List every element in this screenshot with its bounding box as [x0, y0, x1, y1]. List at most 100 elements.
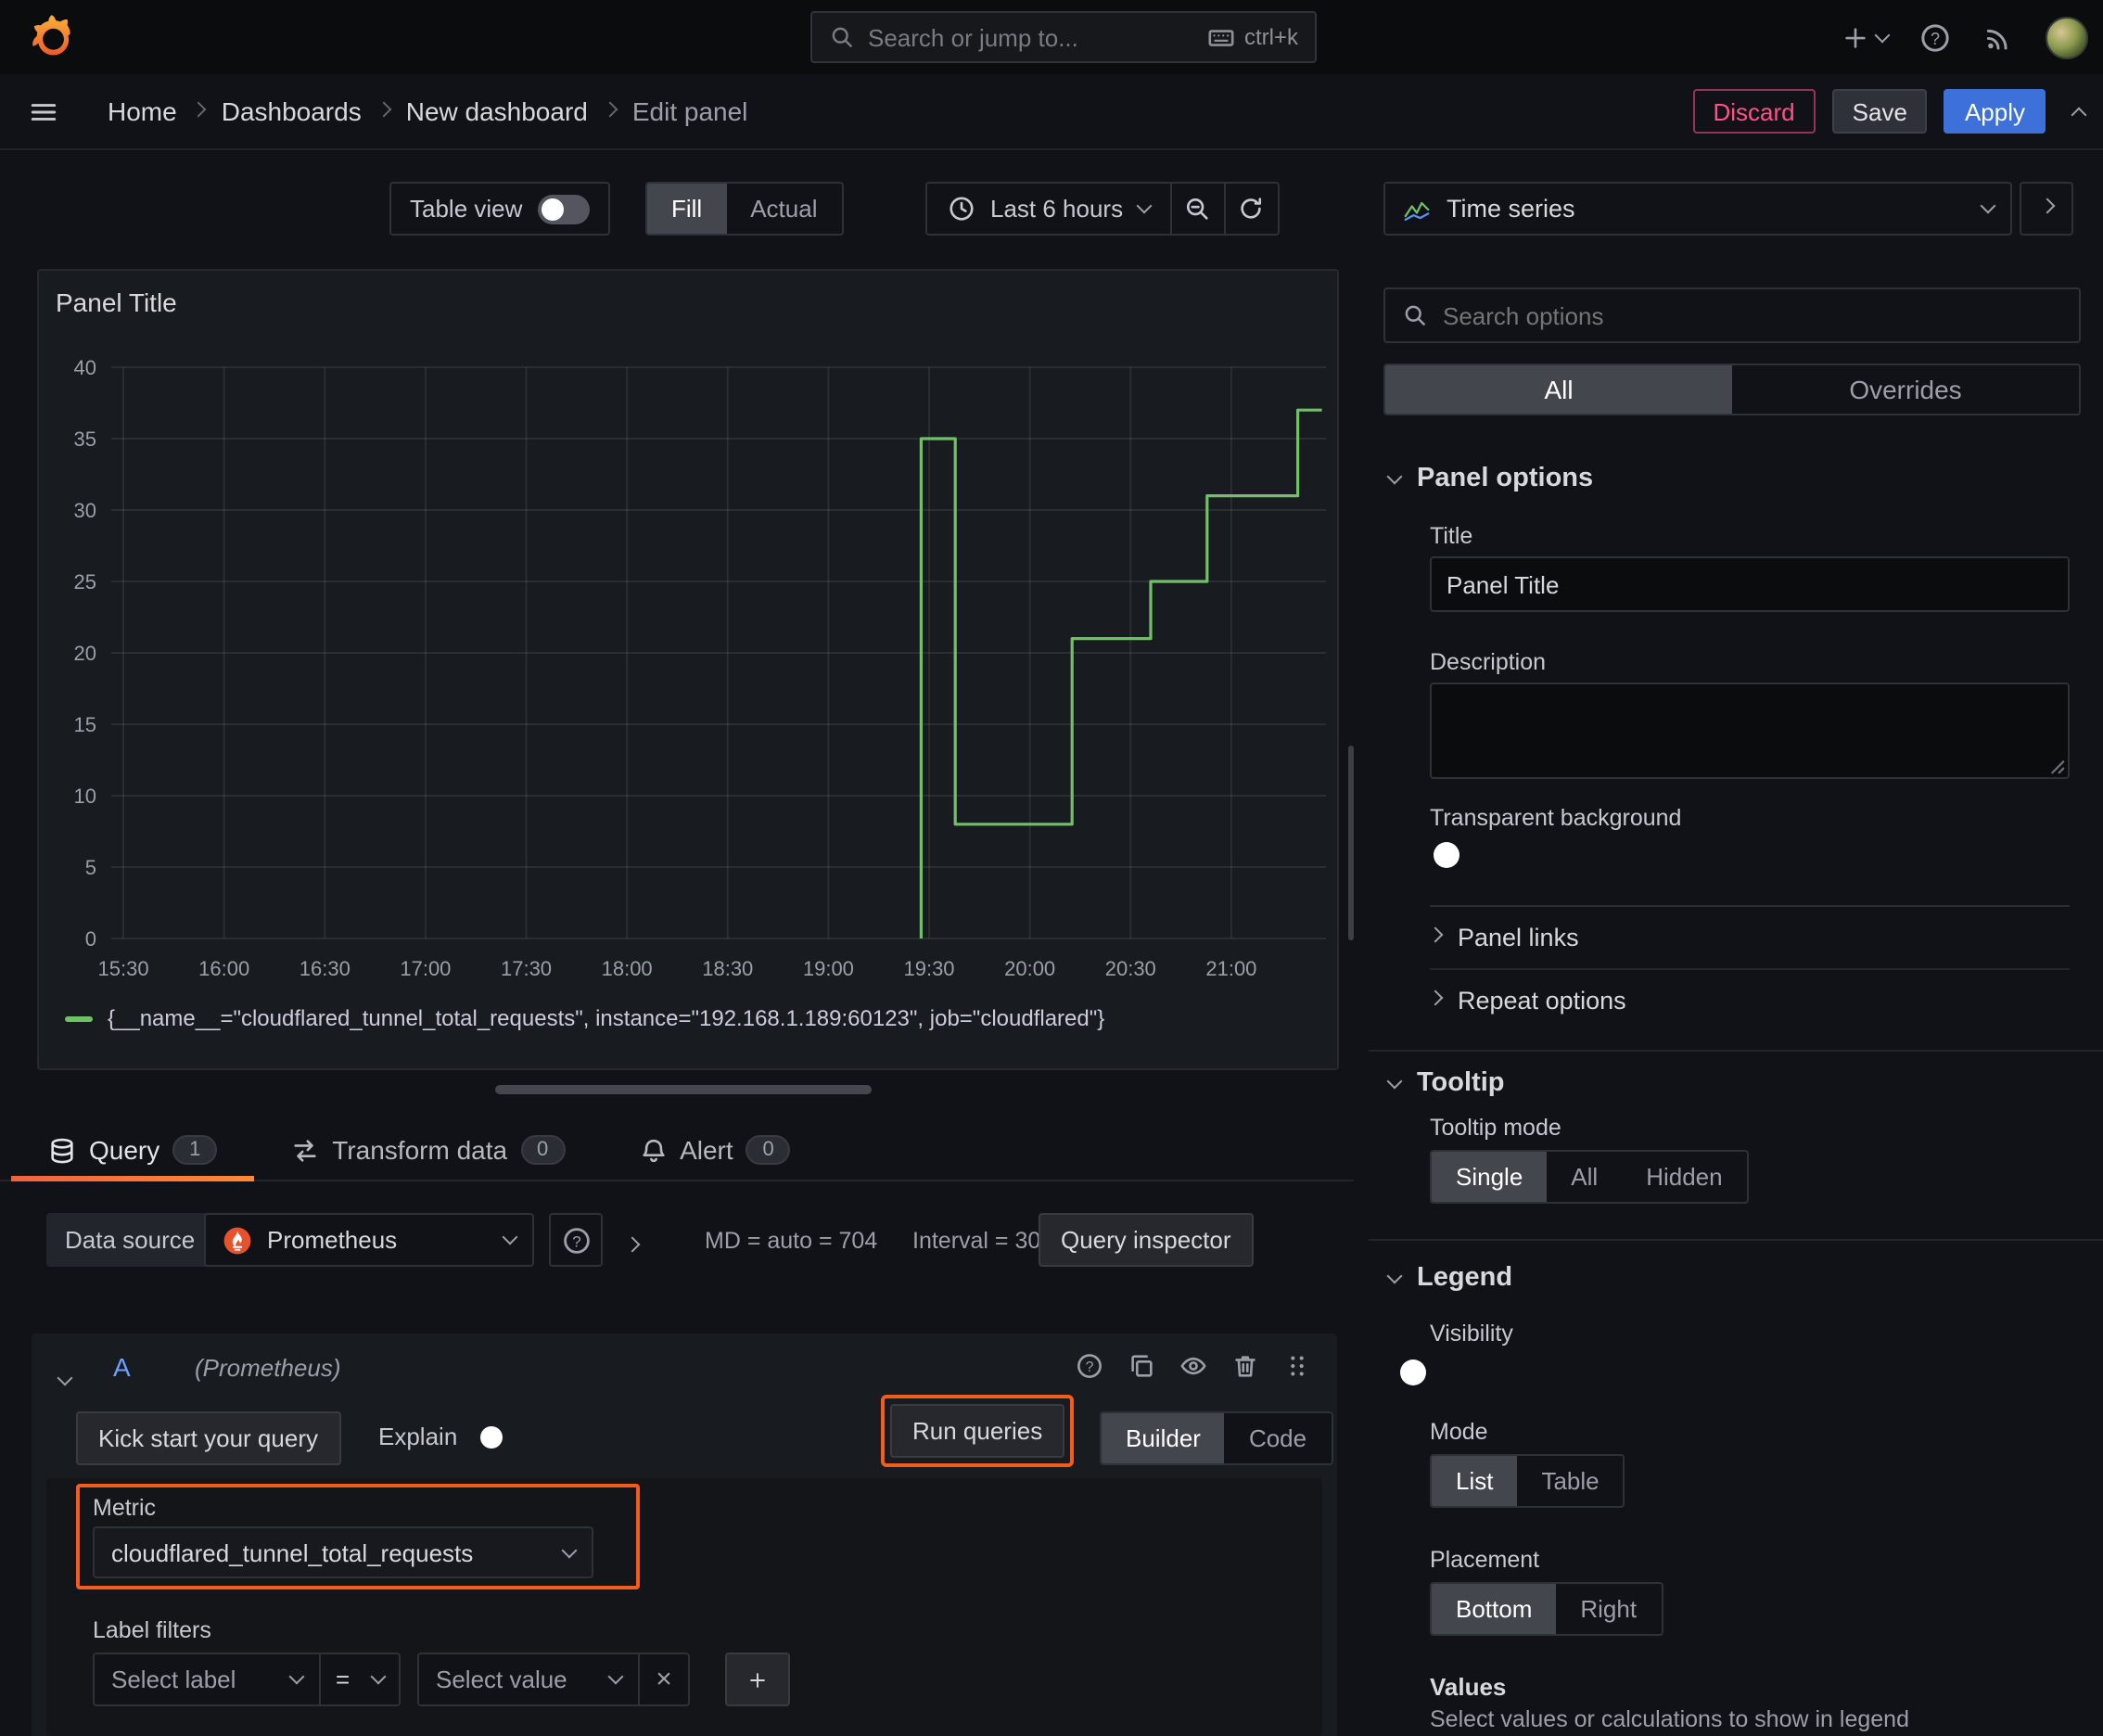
fill-option[interactable]: Fill [647, 184, 727, 234]
avatar[interactable] [2046, 16, 2088, 58]
tooltip-all-option[interactable]: All [1547, 1152, 1622, 1202]
tab-alert[interactable]: Alert 0 [602, 1120, 828, 1180]
query-inspector-button[interactable]: Query inspector [1039, 1213, 1254, 1267]
tab-overrides[interactable]: Overrides [1732, 365, 2079, 414]
apply-button[interactable]: Apply [1944, 89, 2046, 134]
keyboard-shortcut: ctrl+k [1207, 23, 1298, 51]
transparent-bg-label: Transparent background [1430, 805, 1682, 831]
placement-right-option[interactable]: Right [1556, 1584, 1661, 1634]
options-scope-tabs: All Overrides [1383, 364, 2081, 415]
breadcrumb: Home Dashboards New dashboard Edit panel [108, 96, 747, 126]
tab-query[interactable]: Query 1 [11, 1120, 255, 1181]
query-ref[interactable]: A [113, 1352, 131, 1382]
svg-text:20:00: 20:00 [1004, 957, 1055, 980]
news-icon[interactable] [1982, 21, 2014, 53]
visualization-picker[interactable]: Time series [1383, 182, 2012, 236]
collapse-header-button[interactable] [2071, 97, 2087, 125]
menu-toggle-button[interactable] [28, 96, 59, 128]
breadcrumb-home[interactable]: Home [108, 96, 177, 126]
chevron-down-icon [1135, 198, 1152, 214]
resize-handle[interactable] [495, 1085, 872, 1094]
interval-info: Interval = 30s [912, 1228, 1052, 1254]
save-button[interactable]: Save [1831, 89, 1928, 134]
discard-button[interactable]: Discard [1692, 89, 1816, 134]
panel-options-header[interactable]: Panel options [1386, 464, 1593, 493]
global-search-input[interactable] [868, 23, 1194, 51]
select-label-dropdown[interactable]: Select label [93, 1653, 321, 1706]
disable-query-icon[interactable] [1179, 1352, 1207, 1380]
metric-select[interactable]: cloudflared_tunnel_total_requests [93, 1526, 593, 1578]
global-search[interactable]: ctrl+k [810, 11, 1317, 63]
description-textarea[interactable] [1430, 683, 2070, 779]
transform-count-badge: 0 [520, 1135, 566, 1165]
divider [1369, 1239, 2103, 1241]
builder-option[interactable]: Builder [1102, 1413, 1225, 1463]
tooltip-mode-switch: Single All Hidden [1430, 1150, 1749, 1204]
breadcrumb-edit-panel: Edit panel [631, 96, 748, 126]
scrollbar[interactable] [1348, 746, 1354, 940]
resize-corner-icon[interactable] [2046, 755, 2066, 775]
chart-legend[interactable]: {__name__="cloudflared_tunnel_total_requ… [65, 1005, 1104, 1031]
metric-label: Metric [93, 1495, 157, 1521]
legend-header[interactable]: Legend [1386, 1263, 1512, 1293]
time-range-picker[interactable]: Last 6 hours [925, 182, 1172, 236]
panel-links-section[interactable]: Panel links [1427, 905, 2070, 968]
placement-bottom-option[interactable]: Bottom [1432, 1584, 1557, 1634]
panel-title-input[interactable] [1430, 556, 2070, 612]
tooltip-hidden-option[interactable]: Hidden [1622, 1152, 1746, 1202]
options-search[interactable] [1383, 287, 2081, 343]
svg-text:35: 35 [74, 428, 96, 451]
legend-label[interactable]: {__name__="cloudflared_tunnel_total_requ… [108, 1005, 1104, 1031]
delete-query-icon[interactable] [1231, 1352, 1259, 1380]
query-help-icon[interactable] [1076, 1352, 1103, 1380]
svg-text:25: 25 [74, 570, 96, 594]
legend-table-option[interactable]: Table [1517, 1456, 1623, 1506]
breadcrumb-dashboards[interactable]: Dashboards [222, 96, 362, 126]
datasource-picker[interactable]: Prometheus [204, 1213, 534, 1267]
svg-text:18:30: 18:30 [702, 957, 753, 980]
add-filter-button[interactable] [725, 1653, 790, 1706]
chevron-right-icon [602, 100, 618, 117]
drag-handle-icon[interactable] [1283, 1352, 1311, 1380]
remove-filter-button[interactable]: × [638, 1653, 690, 1706]
table-view-toggle[interactable] [537, 194, 590, 223]
description-label: Description [1430, 649, 1547, 675]
svg-text:17:00: 17:00 [400, 957, 451, 980]
kick-start-button[interactable]: Kick start your query [76, 1411, 340, 1465]
help-button[interactable] [1919, 21, 1951, 53]
new-menu-button[interactable] [1842, 23, 1891, 51]
svg-text:20: 20 [74, 642, 96, 665]
tooltip-header[interactable]: Tooltip [1386, 1068, 1505, 1098]
breadcrumb-new-dashboard[interactable]: New dashboard [406, 96, 588, 126]
chevron-down-icon [502, 1229, 518, 1245]
code-option[interactable]: Code [1225, 1413, 1331, 1463]
chevron-right-icon [191, 100, 208, 117]
options-search-input[interactable] [1443, 301, 2062, 329]
duplicate-query-icon[interactable] [1128, 1352, 1155, 1380]
expand-button[interactable] [624, 1228, 641, 1256]
tooltip-single-option[interactable]: Single [1432, 1152, 1548, 1202]
repeat-options-section[interactable]: Repeat options [1427, 968, 2070, 1031]
clock-icon [948, 195, 975, 223]
values-label: Values [1430, 1673, 1507, 1701]
collapse-query-button[interactable] [57, 1361, 73, 1389]
divider [1369, 1050, 2103, 1052]
svg-text:0: 0 [85, 927, 96, 951]
operator-dropdown[interactable]: = [319, 1653, 401, 1706]
select-value-dropdown[interactable]: Select value [417, 1653, 640, 1706]
tab-all[interactable]: All [1385, 365, 1732, 414]
grafana-logo[interactable] [26, 13, 74, 61]
datasource-help-button[interactable] [549, 1213, 603, 1267]
refresh-button[interactable] [1223, 182, 1280, 236]
legend-list-option[interactable]: List [1432, 1456, 1518, 1506]
actual-option[interactable]: Actual [726, 184, 841, 234]
timeseries-chart: 0 5 10 15 20 25 30 35 40 15:30 16:00 16:30 17:00 17:3… [74, 356, 1326, 980]
zoom-out-button[interactable] [1169, 182, 1226, 236]
run-queries-button[interactable]: Run queries [890, 1404, 1065, 1458]
table-view-control: Table view [389, 182, 610, 236]
svg-text:16:00: 16:00 [198, 957, 249, 980]
visibility-label: Visibility [1430, 1321, 1513, 1347]
svg-text:5: 5 [85, 856, 96, 879]
tab-transform[interactable]: Transform data 0 [254, 1120, 602, 1180]
toggle-viz-pane-button[interactable] [2020, 182, 2073, 236]
